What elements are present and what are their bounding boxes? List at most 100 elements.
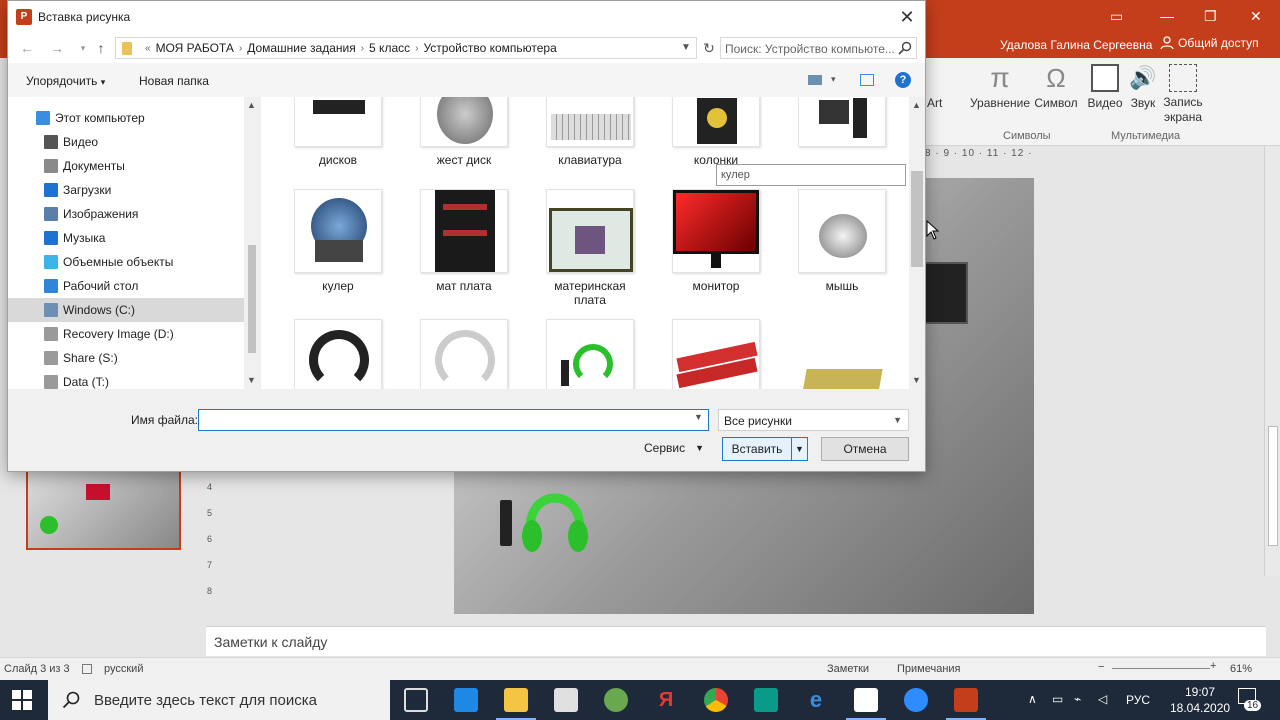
breadcrumb-2[interactable]: 5 класс	[369, 41, 410, 55]
zoom-in-icon[interactable]: +	[1210, 660, 1216, 672]
video-button[interactable]: Видео	[1085, 64, 1125, 110]
file-item-motherboard[interactable]: мат плата	[409, 189, 519, 293]
chrome-icon[interactable]	[704, 688, 728, 712]
tree-item[interactable]: Windows (C:)	[8, 298, 244, 322]
zoom-slider[interactable]	[1112, 668, 1210, 669]
share-button[interactable]: Общий доступ	[1160, 36, 1259, 50]
zoom-app-icon[interactable]	[904, 688, 928, 712]
close-window-icon[interactable]: ✕	[1250, 8, 1262, 25]
recent-locations-icon[interactable]: ▾	[74, 39, 92, 57]
input-language[interactable]: РУС	[1126, 693, 1150, 707]
language-indicator[interactable]: русский	[104, 663, 143, 675]
paint-icon[interactable]	[604, 688, 628, 712]
files-scrollbar[interactable]: ▲ ▼	[909, 97, 925, 389]
back-arrow-icon[interactable]: ←	[18, 39, 36, 57]
file-item-keyboard[interactable]: клавиатура	[535, 97, 645, 167]
task-view-icon[interactable]	[404, 688, 428, 712]
sound-button[interactable]: 🔊 Звук	[1127, 64, 1159, 110]
tree-item[interactable]: Этот компьютер	[8, 106, 244, 130]
equation-button[interactable]: π Уравнение	[965, 64, 1035, 111]
slide-notes[interactable]: Заметки к слайду	[206, 626, 1266, 656]
tree-item[interactable]: Музыка	[8, 226, 244, 250]
insert-options-icon[interactable]: ▼	[791, 438, 807, 460]
spellcheck-icon[interactable]	[82, 664, 92, 674]
file-item-headphones[interactable]	[283, 319, 393, 389]
battery-icon[interactable]: ▭	[1052, 692, 1063, 706]
preview-pane-icon[interactable]	[860, 74, 874, 86]
new-folder-button[interactable]: Новая папка	[139, 74, 209, 88]
cancel-button[interactable]: Отмена	[821, 437, 909, 461]
chevron-down-icon[interactable]: ▼	[694, 412, 703, 422]
file-item-headset-green[interactable]	[535, 319, 645, 389]
network-icon[interactable]: ⌁	[1074, 692, 1081, 706]
taskbar-search[interactable]: Введите здесь текст для поиска	[48, 680, 390, 720]
service-menu[interactable]: Сервис ▼	[644, 441, 704, 455]
dialog-titlebar[interactable]: P Вставка рисунка ✕	[8, 1, 925, 33]
slide-headset-image[interactable]	[494, 478, 590, 568]
file-item-headset-white[interactable]	[409, 319, 519, 389]
comments-toggle[interactable]: Примечания	[897, 663, 961, 675]
tree-scrollbar[interactable]: ▲ ▼	[244, 97, 260, 389]
screen-record-button[interactable]: Запись экрана	[1161, 64, 1205, 125]
file-item-ram[interactable]	[661, 319, 771, 389]
scroll-up-icon[interactable]: ▲	[912, 100, 921, 110]
tree-scroll-thumb[interactable]	[248, 245, 256, 353]
windows-start-icon[interactable]	[12, 690, 32, 710]
file-explorer-icon[interactable]	[496, 688, 536, 720]
app-icon[interactable]	[754, 688, 778, 712]
help-icon[interactable]: ?	[895, 72, 911, 88]
chevron-down-icon[interactable]: ▼	[676, 38, 696, 58]
zoom-level[interactable]: 61%	[1230, 663, 1252, 675]
file-item-disks[interactable]: дисков	[283, 97, 393, 167]
file-item-motherboard-2[interactable]: материнская плата	[535, 189, 645, 307]
forward-arrow-icon[interactable]: →	[48, 39, 66, 57]
scrollbar-thumb[interactable]	[1268, 426, 1278, 546]
filetype-select[interactable]: Все рисунки ▼	[718, 409, 909, 431]
file-item-board[interactable]	[787, 319, 897, 389]
tree-item[interactable]: Data (T:)	[8, 370, 244, 389]
chevron-down-icon[interactable]: ▾	[831, 74, 836, 85]
up-arrow-icon[interactable]: ↑	[92, 39, 110, 57]
slide-computer-image[interactable]	[924, 262, 968, 324]
address-bar[interactable]: « МОЯ РАБОТА › Домашние задания › 5 клас…	[115, 37, 697, 59]
breadcrumb-1[interactable]: Домашние задания	[247, 41, 356, 55]
insert-label[interactable]: Вставить	[723, 438, 791, 460]
mail-icon[interactable]	[454, 688, 478, 712]
view-options-icon[interactable]	[808, 75, 822, 85]
tree-item[interactable]: Документы	[8, 154, 244, 178]
tree-item[interactable]: Видео	[8, 130, 244, 154]
breadcrumb-0[interactable]: МОЯ РАБОТА	[156, 41, 234, 55]
symbol-button[interactable]: Ω Символ	[1031, 64, 1081, 110]
scroll-down-icon[interactable]: ▼	[247, 375, 256, 385]
files-scroll-thumb[interactable]	[911, 171, 923, 267]
zoom-out-icon[interactable]: −	[1098, 661, 1104, 673]
breadcrumb-3[interactable]: Устройство компьютера	[423, 41, 556, 55]
smartart-label[interactable]: Art	[927, 96, 942, 110]
minimize-icon[interactable]: —	[1160, 8, 1174, 24]
restore-ribbon-icon[interactable]: ▭	[1110, 8, 1123, 25]
search-input[interactable]: Поиск: Устройство компьюте...	[720, 37, 917, 59]
chevron-up-icon[interactable]: ∧	[1028, 692, 1037, 706]
tree-item[interactable]: Share (S:)	[8, 346, 244, 370]
file-item-hard-disk[interactable]: жест диск	[409, 97, 519, 167]
tree-item[interactable]: Recovery Image (D:)	[8, 322, 244, 346]
taskbar-clock[interactable]: 19:07 18.04.2020	[1170, 684, 1230, 716]
slide-scrollbar[interactable]	[1264, 146, 1280, 576]
slide-thumbnail-3[interactable]	[26, 470, 181, 550]
tree-item[interactable]: Рабочий стол	[8, 274, 244, 298]
tree-item[interactable]: Загрузки	[8, 178, 244, 202]
filename-input[interactable]	[198, 409, 709, 431]
organize-button[interactable]: Упорядочить ▾	[26, 74, 105, 88]
store-icon[interactable]	[554, 688, 578, 712]
yandex-icon[interactable]: Я	[654, 688, 678, 712]
notes-toggle[interactable]: Заметки	[827, 663, 869, 675]
edge-icon[interactable]: e	[804, 688, 828, 712]
powerpoint-app-icon[interactable]	[946, 688, 986, 720]
file-item-monitor[interactable]: монитор	[661, 189, 771, 293]
file-item-mouse[interactable]: мышь	[787, 189, 897, 293]
file-item-cooler[interactable]: кулер	[283, 189, 393, 293]
abbyy-icon[interactable]	[846, 688, 886, 720]
tree-item[interactable]: Объемные объекты	[8, 250, 244, 274]
close-icon[interactable]: ✕	[897, 7, 917, 27]
file-item-speakers[interactable]: колонки	[661, 97, 771, 167]
